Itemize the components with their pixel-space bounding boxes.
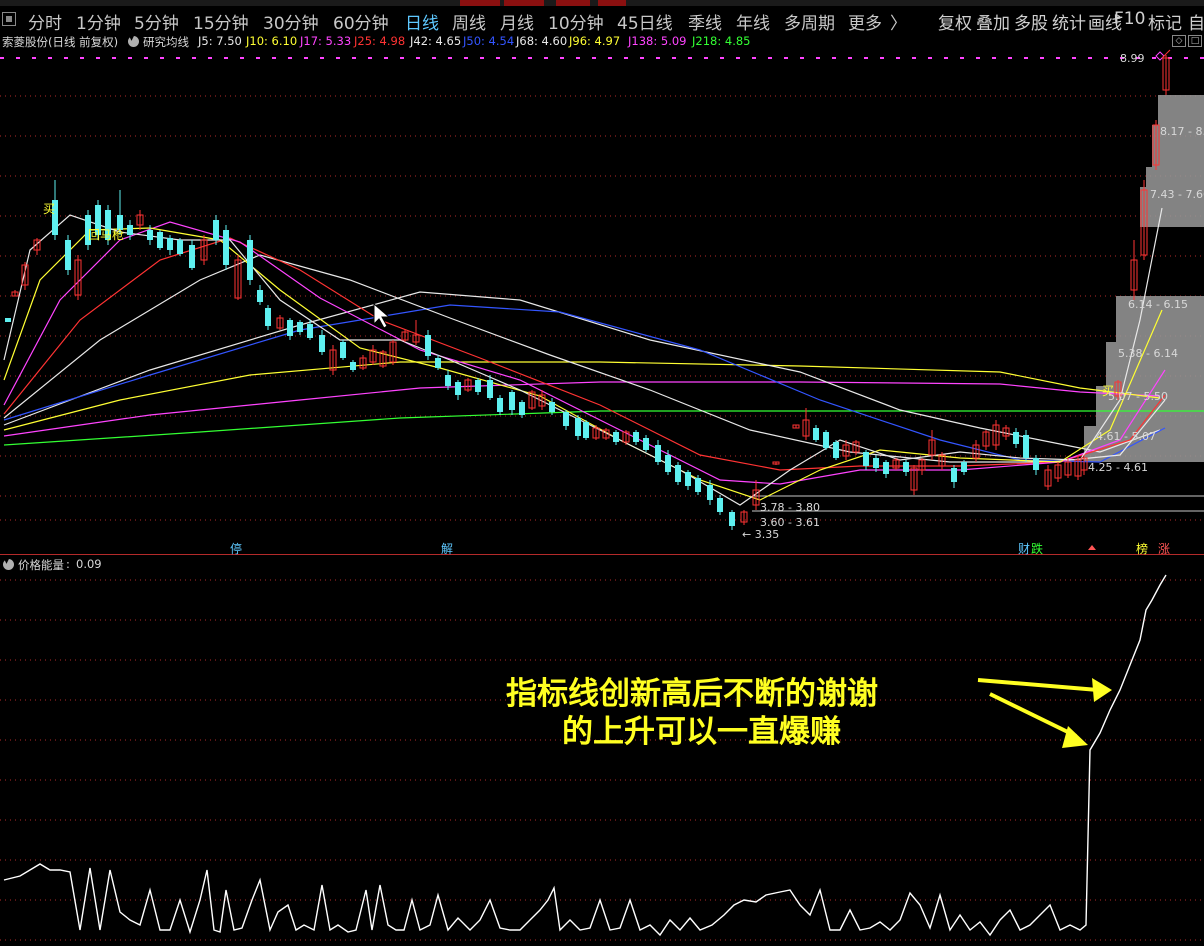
indicator-legend-name[interactable]: 价格能量 xyxy=(18,557,64,573)
candle-body xyxy=(127,225,133,235)
candle-body xyxy=(961,462,967,472)
top-price-label: 8.99 xyxy=(1120,52,1145,65)
price-zone-label: 6.14 - 6.15 xyxy=(1128,298,1188,311)
candle-body xyxy=(435,358,441,368)
candle-body xyxy=(425,335,431,356)
price-zone-label: 5.38 - 6.14 xyxy=(1118,347,1178,360)
ma-line-j96 xyxy=(3,361,1161,431)
indicator-menu-icon[interactable] xyxy=(3,556,14,570)
candle-body xyxy=(823,432,829,448)
candle-body xyxy=(265,308,271,326)
annotation-line-2: 的上升可以一直爆赚 xyxy=(562,714,841,750)
candle-body xyxy=(157,232,163,248)
candle-body xyxy=(563,412,569,426)
annotation-arrow xyxy=(989,692,1077,738)
event-marker[interactable]: 解 xyxy=(441,540,453,557)
candle-body xyxy=(167,238,173,250)
candle-body xyxy=(575,418,581,436)
candle-body xyxy=(695,478,701,492)
price-zone-label: 4.25 - 4.61 xyxy=(1088,461,1148,474)
candle-body xyxy=(833,442,839,458)
event-marker[interactable]: 跌 xyxy=(1031,540,1043,557)
candle-body xyxy=(307,324,313,338)
candle-body xyxy=(340,342,346,358)
event-triangle-icon xyxy=(1088,545,1096,550)
candle-body xyxy=(1033,458,1039,470)
candle-body xyxy=(675,465,681,482)
candle-body xyxy=(655,445,661,462)
price-zone-label: 4.61 - 5.07 xyxy=(1096,430,1156,443)
candle-body xyxy=(445,375,451,386)
candle-body xyxy=(147,230,153,240)
event-marker[interactable]: 涨 xyxy=(1158,540,1170,557)
candle-body xyxy=(487,380,493,398)
candle-body xyxy=(189,245,195,268)
kline-chart xyxy=(0,49,1204,941)
candle-body xyxy=(633,432,639,442)
candle-body xyxy=(903,462,909,472)
candle-body xyxy=(717,498,723,512)
candle-body xyxy=(475,380,481,392)
ma-line-j17 xyxy=(3,221,1166,485)
candle-body xyxy=(247,240,253,280)
candle-body xyxy=(509,392,515,410)
candle-body xyxy=(583,422,589,438)
signal-buy-early: 买 xyxy=(43,202,56,216)
indicator-line xyxy=(3,574,1167,937)
candle-body xyxy=(863,452,869,466)
candle-body xyxy=(519,402,525,415)
candle-body xyxy=(665,455,671,472)
candle-body xyxy=(873,458,879,468)
candle-body xyxy=(883,462,889,474)
low-price-label: ← 3.35 xyxy=(742,528,780,541)
candle-body xyxy=(223,230,229,265)
candle-body xyxy=(257,290,263,302)
price-zone-label: 8.17 - 8. xyxy=(1160,125,1204,138)
event-marker[interactable]: 榜 xyxy=(1136,540,1148,557)
candle-body xyxy=(319,335,325,352)
signal-maq: 回马枪 xyxy=(88,228,125,242)
candle-body xyxy=(213,220,219,240)
candle-body xyxy=(613,432,619,442)
event-marker[interactable]: 停 xyxy=(230,540,242,557)
event-marker[interactable]: 财 xyxy=(1018,540,1030,557)
price-zone-label: 5.07 - 5.50 xyxy=(1108,390,1168,403)
candle-body xyxy=(350,362,356,370)
candle-body xyxy=(65,240,71,270)
candle-body xyxy=(729,512,735,526)
candle-body xyxy=(455,382,461,395)
mouse-cursor-icon xyxy=(373,302,391,329)
candle-body xyxy=(707,485,713,500)
candle-body xyxy=(813,428,819,440)
candle-body xyxy=(685,472,691,486)
chart-collapse-icon[interactable]: □ xyxy=(1188,35,1202,47)
scroll-left-icon[interactable]: ◇ xyxy=(1172,35,1186,47)
candle-body xyxy=(5,318,11,322)
candle-body xyxy=(1023,435,1029,458)
candle-body xyxy=(643,438,649,450)
price-zone-label: 7.43 - 7.66 xyxy=(1150,188,1204,201)
candle-body xyxy=(297,322,303,332)
price-zone-label: 3.60 - 3.61 xyxy=(760,516,820,529)
ma-line-j138 xyxy=(3,381,1161,437)
annotation-arrow-head xyxy=(1092,678,1112,702)
candle-body xyxy=(1013,432,1019,444)
candle-body xyxy=(951,468,957,482)
indicator-legend-value: 0.09 xyxy=(76,557,102,571)
low-price-value: 3.35 xyxy=(754,528,780,541)
volume-profile-box xyxy=(1146,167,1204,187)
candle-body xyxy=(287,320,293,336)
candle-body xyxy=(497,398,503,412)
ma-line-j10 xyxy=(3,227,1163,501)
candle-body xyxy=(177,240,183,254)
price-zone-label: 3.78 - 3.80 xyxy=(760,501,820,514)
candle-body xyxy=(549,402,555,412)
annotation-arrow xyxy=(977,678,1099,692)
volume-profile-box xyxy=(1158,95,1204,125)
